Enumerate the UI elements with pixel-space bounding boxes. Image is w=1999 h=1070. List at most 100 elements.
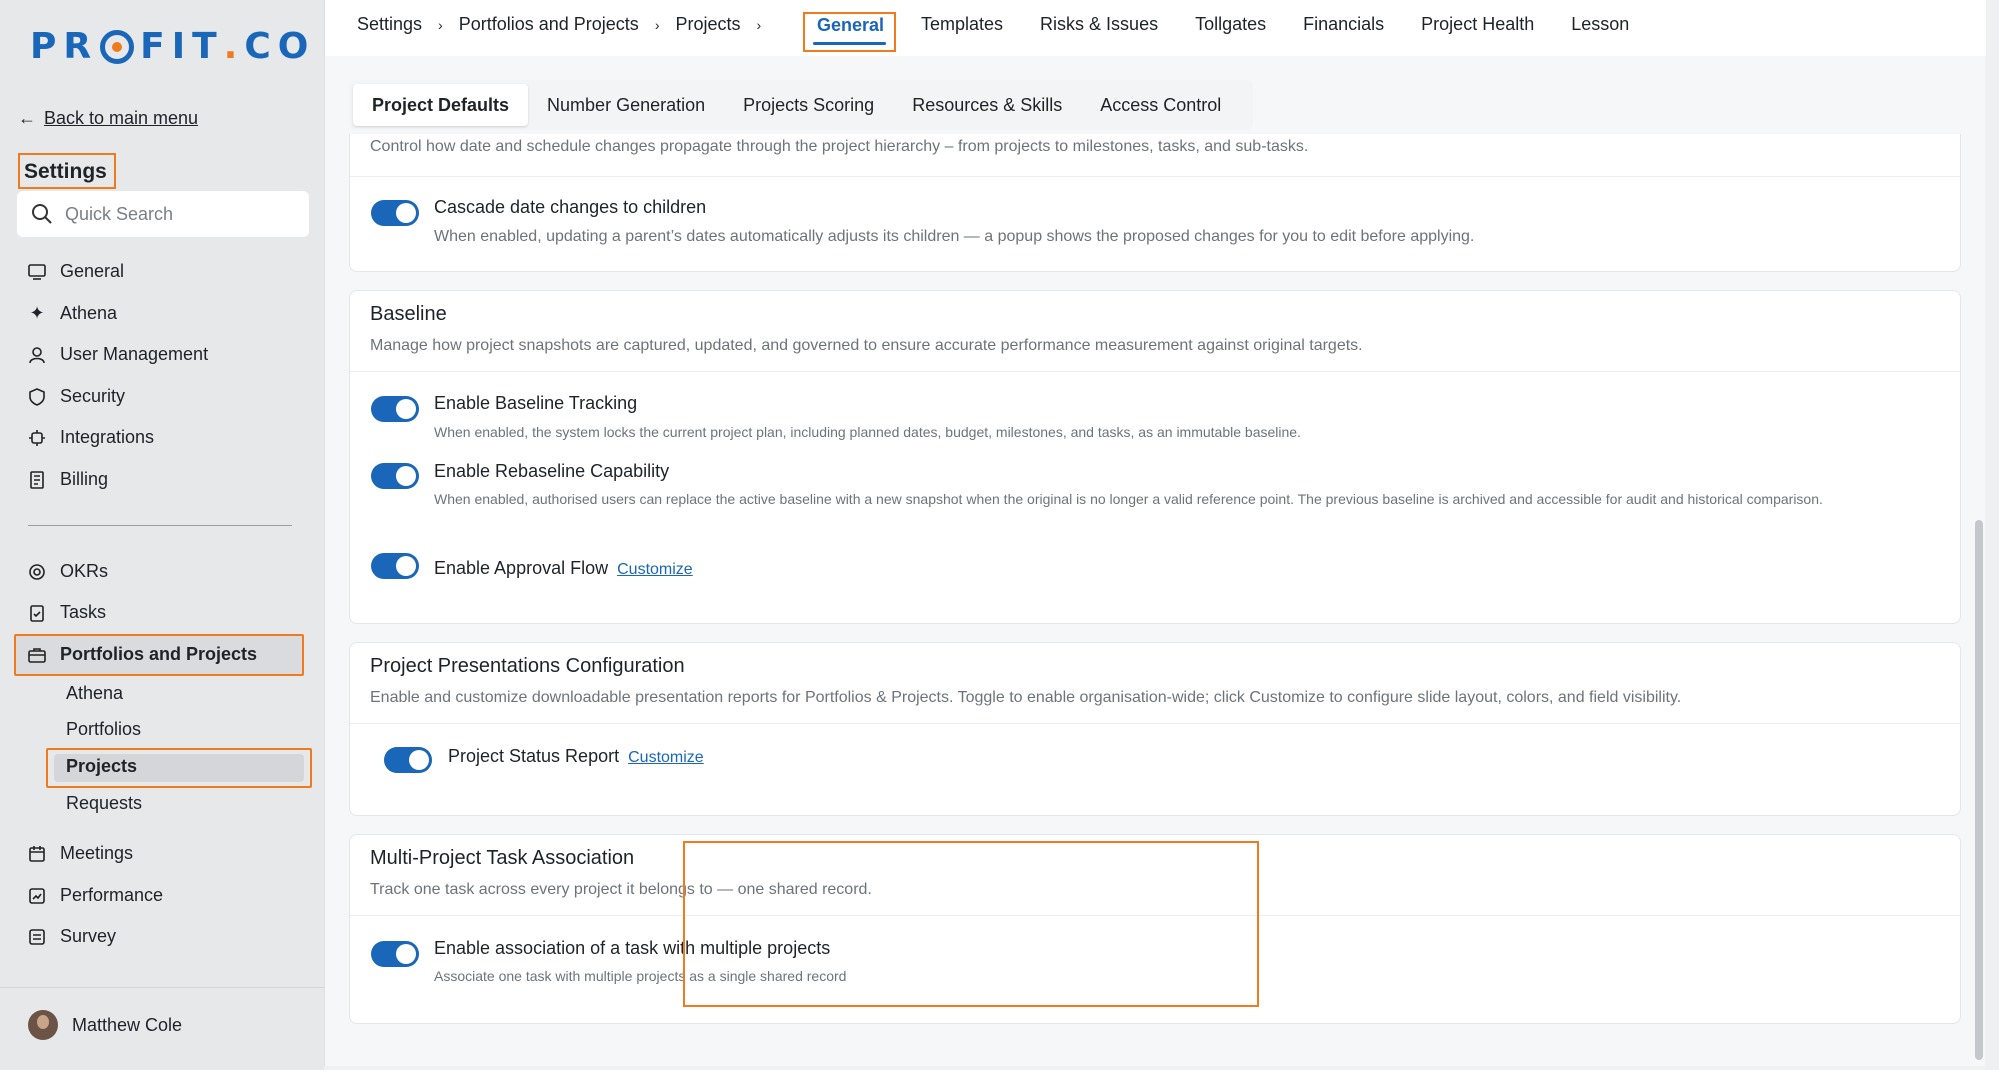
- sidebar-item-okrs[interactable]: OKRs: [28, 561, 108, 582]
- tab-risks-issues[interactable]: Risks & Issues: [1040, 14, 1158, 35]
- subtab-access-control[interactable]: Access Control: [1081, 84, 1240, 126]
- breadcrumb-item[interactable]: Projects: [675, 14, 740, 35]
- avatar: [28, 1010, 58, 1040]
- sidebar-item-meetings[interactable]: Meetings: [28, 843, 133, 864]
- back-to-main-menu-link[interactable]: ← Back to main menu: [18, 108, 198, 129]
- sub-item-athena[interactable]: Athena: [66, 683, 123, 704]
- sidebar-item-general[interactable]: General: [28, 261, 124, 282]
- option-description: When enabled, updating a parent’s dates …: [434, 228, 1475, 245]
- chevron-right-icon: ›: [438, 16, 443, 33]
- tab-label: General: [817, 15, 885, 35]
- card-divider: [350, 176, 1960, 177]
- tab-templates[interactable]: Templates: [921, 14, 1003, 35]
- multi-project-association-toggle[interactable]: [371, 941, 419, 967]
- target-icon: [28, 563, 46, 581]
- sidebar-item-tasks[interactable]: Tasks: [28, 602, 106, 623]
- sidebar-item-security[interactable]: Security: [28, 386, 125, 407]
- date-propagation-card: Control how date and schedule changes pr…: [349, 134, 1961, 272]
- profit-co-logo[interactable]: PR FIT . CO: [30, 26, 315, 67]
- sidebar-divider: [28, 525, 292, 526]
- chevron-right-icon: ›: [756, 16, 762, 33]
- logo-text: PR: [30, 26, 99, 67]
- main-content: Settings › Portfolios and Projects › Pro…: [324, 0, 1986, 1066]
- receipt-icon: [28, 470, 46, 489]
- logo-dot: .: [223, 26, 245, 67]
- card-description: Enable and customize downloadable presen…: [370, 689, 1682, 706]
- user-profile[interactable]: Matthew Cole: [28, 1010, 182, 1040]
- card-title: Baseline: [370, 303, 447, 325]
- top-bar: Settings › Portfolios and Projects › Pro…: [325, 0, 1986, 56]
- sub-item-portfolios[interactable]: Portfolios: [66, 719, 141, 740]
- subtab-projects-scoring[interactable]: Projects Scoring: [724, 84, 893, 126]
- survey-icon: [28, 928, 46, 946]
- clipboard-check-icon: [28, 604, 46, 622]
- sidebar-item-athena[interactable]: ✦ Athena: [28, 303, 117, 324]
- cascade-dates-toggle[interactable]: [371, 200, 419, 226]
- sidebar-item-label: Security: [60, 386, 126, 406]
- sidebar-item-user-management[interactable]: User Management: [28, 344, 208, 365]
- sidebar-item-performance[interactable]: Performance: [28, 885, 163, 906]
- sub-item-requests[interactable]: Requests: [66, 793, 142, 814]
- approval-flow-customize-link[interactable]: Customize: [617, 561, 693, 578]
- approval-flow-toggle[interactable]: [371, 553, 419, 579]
- breadcrumb: Settings › Portfolios and Projects › Pro…: [357, 14, 777, 35]
- sidebar-item-label: User Management: [60, 344, 209, 364]
- chart-icon: [28, 887, 46, 905]
- subtab-resources-skills[interactable]: Resources & Skills: [893, 84, 1081, 126]
- chevron-right-icon: ›: [654, 16, 660, 33]
- option-label: Enable Baseline Tracking: [434, 393, 638, 413]
- baseline-tracking-toggle[interactable]: [371, 396, 419, 422]
- calendar-icon: [28, 845, 46, 863]
- breadcrumb-item[interactable]: Portfolios and Projects: [459, 14, 639, 35]
- monitor-icon: [28, 263, 46, 281]
- tab-general[interactable]: General: [803, 12, 896, 52]
- option-description: When enabled, authorised users can repla…: [434, 491, 1823, 507]
- sidebar-item-label: Athena: [60, 303, 118, 323]
- sidebar-item-billing[interactable]: Billing: [28, 469, 108, 490]
- tab-tollgates[interactable]: Tollgates: [1195, 14, 1266, 35]
- sub-tabs: Project Defaults Number Generation Proje…: [349, 80, 1253, 130]
- breadcrumb-item[interactable]: Settings: [357, 14, 422, 35]
- sidebar-item-label: OKRs: [60, 561, 109, 581]
- sidebar-item-label: Performance: [60, 885, 164, 905]
- card-title: Multi-Project Task Association: [370, 847, 635, 869]
- card-description: Control how date and schedule changes pr…: [370, 138, 1309, 155]
- tab-project-health[interactable]: Project Health: [1421, 14, 1534, 35]
- rebaseline-toggle[interactable]: [371, 463, 419, 489]
- option-label: Cascade date changes to children: [434, 197, 707, 217]
- active-tab-indicator: [813, 42, 886, 45]
- chip-icon: [28, 429, 46, 447]
- tab-lesson[interactable]: Lesson: [1571, 14, 1629, 35]
- card-title: Project Presentations Configuration: [370, 655, 685, 677]
- option-label: Enable Approval Flow: [434, 558, 609, 578]
- shield-icon: [28, 387, 46, 406]
- sidebar-item-integrations[interactable]: Integrations: [28, 427, 154, 448]
- card-divider: [350, 371, 1960, 372]
- status-report-customize-link[interactable]: Customize: [628, 749, 704, 766]
- user-icon: [28, 346, 46, 364]
- scrollbar[interactable]: [1975, 520, 1983, 1060]
- target-icon: [100, 29, 135, 64]
- sidebar: PR FIT . CO ← Back to main menu Settings…: [0, 0, 324, 1070]
- project-status-report-toggle[interactable]: [384, 747, 432, 773]
- sub-item-projects[interactable]: Projects: [66, 756, 137, 777]
- quick-search-input[interactable]: Quick Search: [17, 191, 309, 237]
- settings-title: Settings: [18, 153, 116, 189]
- sidebar-item-label: Portfolios and Projects: [60, 644, 258, 664]
- sidebar-item-label: General: [60, 261, 125, 281]
- user-divider: [0, 987, 324, 988]
- sparkle-icon: ✦: [29, 303, 45, 323]
- arrow-left-icon: ←: [18, 108, 36, 128]
- subtab-number-generation[interactable]: Number Generation: [528, 84, 724, 126]
- approval-flow-option: Enable Approval Flow Customize: [434, 558, 693, 579]
- sidebar-item-portfolios-and-projects[interactable]: Portfolios and Projects: [28, 644, 257, 665]
- sidebar-item-label: Billing: [60, 469, 109, 489]
- option-label: Enable Rebaseline Capability: [434, 461, 670, 481]
- card-description: Manage how project snapshots are capture…: [370, 337, 1363, 354]
- sidebar-item-survey[interactable]: Survey: [28, 926, 116, 947]
- sidebar-item-label: Tasks: [60, 602, 107, 622]
- subtab-project-defaults[interactable]: Project Defaults: [353, 84, 529, 126]
- logo-text: FIT: [140, 26, 224, 67]
- tab-financials[interactable]: Financials: [1303, 14, 1384, 35]
- sidebar-item-label: Survey: [60, 926, 117, 946]
